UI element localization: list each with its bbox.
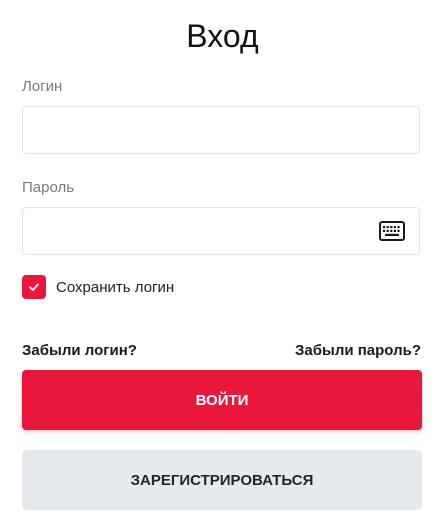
page-title: Вход	[186, 18, 259, 54]
login-field-container	[22, 106, 420, 154]
forgot-login-link[interactable]: Забыли логин?	[22, 342, 137, 359]
password-label: Пароль	[22, 179, 75, 196]
remember-login-label: Сохранить логин	[56, 278, 175, 296]
forgot-password-link[interactable]: Забыли пароль?	[295, 342, 421, 359]
keyboard-icon[interactable]	[379, 221, 405, 241]
checkmark-icon	[29, 283, 39, 291]
login-input[interactable]	[23, 107, 363, 153]
register-button[interactable]: ЗАРЕГИСТРИРОВАТЬСЯ	[22, 450, 422, 510]
login-button[interactable]: ВОЙТИ	[22, 370, 422, 430]
login-label: Логин	[22, 78, 63, 95]
password-input[interactable]	[23, 208, 363, 254]
remember-login-checkbox[interactable]: Сохранить логин	[22, 275, 174, 299]
checkbox-checked[interactable]	[22, 275, 46, 299]
password-field-container	[22, 207, 420, 255]
login-page: Вход Логин Пароль Сохранить логин Забыли…	[0, 0, 445, 530]
